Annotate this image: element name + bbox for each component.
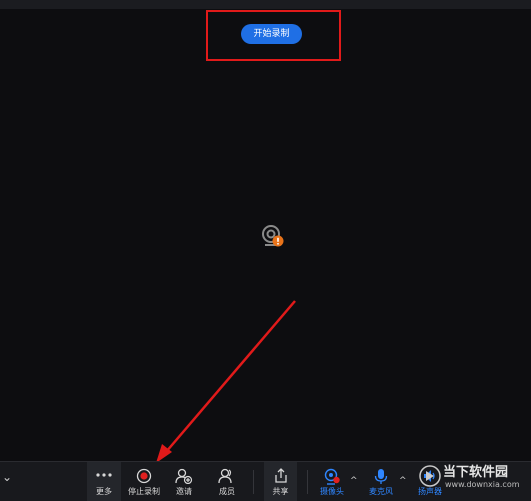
stop-record-label: 停止录制 [128, 487, 160, 496]
microphone-options-caret[interactable]: ^ [399, 476, 407, 486]
camera-icon [324, 468, 340, 485]
record-icon [136, 468, 152, 484]
microphone-button[interactable]: 麦克风 [366, 462, 396, 501]
share-icon [274, 468, 287, 483]
toolbar-divider [253, 470, 254, 494]
start-record-button[interactable]: 开始录制 [241, 24, 302, 44]
site-watermark: 当下软件园 www.downxia.com [415, 459, 531, 500]
watermark-title: 当下软件园 [443, 465, 509, 480]
watermark-logo-icon [419, 465, 441, 487]
invite-button[interactable]: 邀请 [171, 462, 197, 501]
invite-user-icon [175, 468, 193, 484]
chevron-down-icon: ⌄ [2, 470, 13, 484]
share-label: 共享 [272, 487, 289, 496]
camera-options-caret[interactable]: ^ [350, 476, 358, 486]
microphone-icon [374, 469, 388, 484]
members-label: 成员 [219, 487, 235, 496]
stop-record-button[interactable]: 停止录制 [125, 462, 163, 501]
camera-label: 摄像头 [320, 487, 344, 496]
microphone-label: 麦克风 [369, 487, 393, 496]
invite-label: 邀请 [176, 487, 192, 496]
camera-error-icon [262, 225, 284, 247]
annotation-arrow [156, 300, 296, 463]
top-bar [0, 0, 531, 9]
members-icon [218, 468, 232, 484]
members-button[interactable]: 成员 [214, 462, 240, 501]
more-label: 更多 [96, 487, 112, 496]
more-dots-icon [96, 473, 112, 477]
more-button[interactable]: 更多 [87, 462, 121, 501]
share-button[interactable]: 共享 [264, 462, 297, 501]
camera-button[interactable]: 摄像头 [318, 462, 346, 501]
watermark-url: www.downxia.com [445, 480, 520, 489]
collapse-toolbar-button[interactable]: ⌄ [0, 462, 14, 501]
toolbar-divider [307, 470, 308, 494]
